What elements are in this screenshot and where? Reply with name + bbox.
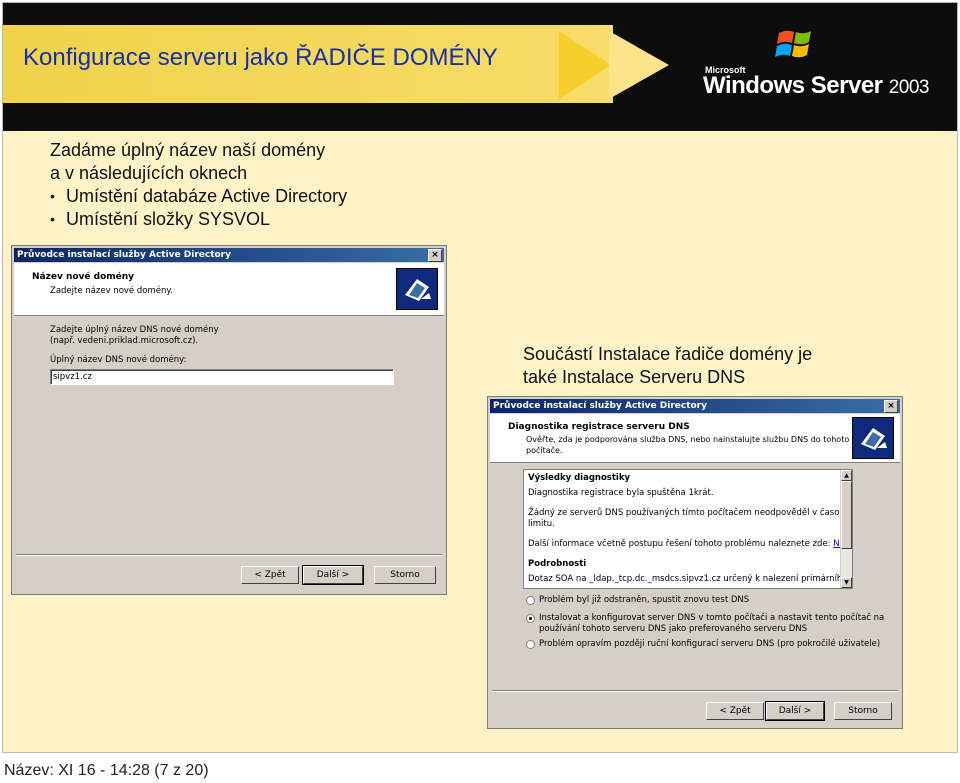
diag-details-heading: Podrobnosti bbox=[528, 559, 587, 569]
scroll-thumb[interactable] bbox=[841, 481, 852, 549]
logo-product-text: Windows Server 2003 bbox=[703, 72, 929, 99]
radio-install-dns[interactable] bbox=[526, 614, 535, 623]
divider bbox=[492, 690, 898, 692]
diagnostics-results-box[interactable]: Výsledky diagnostiky Diagnostika registr… bbox=[523, 469, 853, 589]
header-title: Název nové domény bbox=[32, 272, 135, 282]
scroll-up-icon[interactable]: ▲ bbox=[841, 470, 852, 481]
diag-line: Další informace včetně postupu řešení to… bbox=[528, 539, 852, 550]
header-subtitle: Ověřte, zda je podporována služba DNS, n… bbox=[526, 435, 850, 444]
option-label[interactable]: Problém byl již odstraněn, spustit znovu… bbox=[539, 595, 749, 606]
diag-heading: Výsledky diagnostiky bbox=[528, 473, 631, 483]
header-subtitle: počítače. bbox=[526, 446, 563, 455]
option-label[interactable]: Instalovat a konfigurovat server DNS v t… bbox=[539, 613, 884, 624]
side-note-line: Součástí Instalace řadiče domény je bbox=[523, 344, 813, 364]
slide-footer: Název: XI 16 - 14:28 (7 z 20) bbox=[4, 762, 209, 779]
vertical-scrollbar[interactable]: ▲ ▼ bbox=[840, 470, 852, 588]
chevron-arrow-icon bbox=[559, 31, 611, 99]
intro-text: Zadáme úplný název naší domény a v násle… bbox=[50, 139, 347, 231]
header-title: Diagnostika registrace serveru DNS bbox=[508, 422, 690, 432]
next-button[interactable]: Další > bbox=[302, 565, 364, 585]
windows-flag-icon bbox=[775, 30, 811, 58]
radio-retest-dns[interactable] bbox=[526, 596, 535, 605]
diag-line: limitu. bbox=[528, 519, 555, 529]
windows-server-logo: Microsoft Windows Server 2003 bbox=[703, 25, 943, 105]
option-label[interactable]: Problém opravím později ruční konfigurac… bbox=[539, 639, 880, 650]
instruction-line: Zadejte úplný název DNS nové domény bbox=[50, 325, 219, 335]
instruction-line: (např. vedeni.priklad.microsoft.cz). bbox=[50, 336, 199, 346]
back-button[interactable]: < Zpět bbox=[241, 566, 299, 584]
option-label[interactable]: používání tohoto serveru DNS jako prefer… bbox=[539, 624, 807, 635]
domain-name-input[interactable]: sipvz1.cz bbox=[50, 369, 394, 385]
wizard-dialog-dns-diagnostics: Průvodce instalací služby Active Directo… bbox=[487, 396, 903, 729]
banner: Konfigurace serveru jako ŘADIČE DOMÉNY M… bbox=[3, 3, 957, 131]
close-icon[interactable]: × bbox=[428, 249, 442, 262]
diag-line: Diagnostika registrace byla spuštěna 1kr… bbox=[528, 488, 714, 498]
divider bbox=[16, 554, 442, 556]
close-icon[interactable]: × bbox=[884, 400, 898, 413]
wizard-dialog-domain-name: Průvodce instalací služby Active Directo… bbox=[11, 245, 447, 595]
dialog-header: Diagnostika registrace serveru DNS Ověřt… bbox=[490, 414, 900, 463]
domain-field-label: Úplný název DNS nové domény: bbox=[50, 355, 187, 365]
back-button[interactable]: < Zpět bbox=[706, 702, 764, 720]
wizard-icon bbox=[396, 268, 438, 310]
dialog-header: Název nové domény Zadejte název nové dom… bbox=[14, 263, 444, 316]
wizard-icon bbox=[852, 417, 894, 459]
diag-line: Žádný ze serverů DNS používaných tímto p… bbox=[528, 508, 853, 518]
side-note: Součástí Instalace řadiče domény je také… bbox=[523, 343, 812, 389]
slide-title: Konfigurace serveru jako ŘADIČE DOMÉNY bbox=[23, 44, 498, 71]
bullet-item: Umístění složky SYSVOL bbox=[50, 208, 347, 231]
dialog-title-bar: Průvodce instalací služby Active Directo… bbox=[490, 399, 900, 413]
scroll-down-icon[interactable]: ▼ bbox=[841, 577, 852, 588]
diag-line: Dotaz SOA na _ldap._tcp.dc._msdcs.sipvz1… bbox=[528, 574, 848, 584]
intro-line: a v následujících oknech bbox=[50, 163, 248, 183]
cancel-button[interactable]: Storno bbox=[834, 702, 892, 720]
header-subtitle: Zadejte název nové domény. bbox=[50, 286, 173, 296]
dialog-title-bar: Průvodce instalací služby Active Directo… bbox=[14, 248, 444, 262]
cancel-button[interactable]: Storno bbox=[374, 566, 436, 584]
chevron-arrow-icon bbox=[609, 31, 669, 99]
intro-line: Zadáme úplný název naší domény bbox=[50, 140, 326, 160]
side-note-line: také Instalace Serveru DNS bbox=[523, 367, 746, 387]
radio-manual-config[interactable] bbox=[526, 640, 535, 649]
bullet-item: Umístění databáze Active Directory bbox=[50, 185, 347, 208]
next-button[interactable]: Další > bbox=[765, 701, 825, 721]
